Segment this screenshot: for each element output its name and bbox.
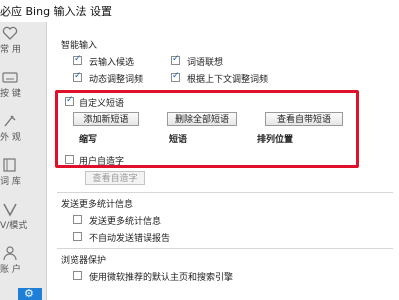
book-icon [3,158,16,172]
keyboard-icon [2,72,18,83]
sidebar-item-common[interactable]: 常 用 [0,22,46,66]
stats-heading: 发送更多统计信息 [61,200,134,210]
v-mode-icon [3,203,17,217]
view-builtin-phrases-button[interactable]: 查看自带短语 [265,112,343,126]
context-frequency-label: 根据上下文调整词频 [187,75,269,85]
brush-icon [4,115,16,127]
delete-all-phrases-button[interactable]: 删除全部短语 [167,112,237,126]
user-icon [3,246,17,261]
no-error-report-checkbox[interactable] [73,232,82,241]
sidebar-item-label: V/模式 [0,221,28,231]
window-title: 必应 Bing 输入法 设置 [0,5,113,18]
section-divider [57,192,393,193]
word-association-checkbox[interactable] [171,54,180,65]
gear-icon: ⚙ [24,287,34,300]
column-abbreviation: 缩写 [79,135,98,145]
section-divider [57,248,393,249]
view-user-words-button[interactable]: 查看自造字 [85,171,145,185]
sidebar-item-label: 常 用 [0,45,21,55]
default-homepage-label: 使用微软推荐的默认主页和搜索引擎 [89,273,234,283]
custom-phrases-label: 自定义短语 [79,99,125,109]
browser-protection-heading: 浏览器保护 [61,256,107,266]
smart-input-heading: 智能输入 [61,41,98,51]
sidebar-item-label: 按 键 [0,89,21,99]
sidebar-item-account[interactable]: 账 户 [0,242,46,286]
sidebar: 常 用 按 键 外 观 词 库 V/模式 账 户 ⚙ [0,22,47,300]
user-words-checkbox[interactable] [65,155,74,164]
no-error-report-label: 不自动发送错误报告 [89,234,171,244]
column-position: 排列位置 [257,135,294,145]
cloud-candidate-label: 云输入候选 [89,58,135,68]
sidebar-item-dictionary[interactable]: 词 库 [0,154,46,198]
sidebar-item-label: 账 户 [0,265,21,275]
sidebar-item-label: 外 观 [0,133,21,143]
custom-phrases-checkbox[interactable] [65,95,74,106]
column-phrase: 短语 [169,135,188,145]
title-bar: 必应 Bing 输入法 设置 [0,0,399,22]
sidebar-item-settings[interactable]: ⚙ [18,287,42,300]
dynamic-frequency-checkbox[interactable] [73,71,82,82]
user-words-label: 用户自造字 [79,157,125,167]
settings-panel: 智能输入 云输入候选 词语联想 动态调整词频 根据上下文调整词频 自定义短语 添… [47,22,399,300]
sidebar-item-appearance[interactable]: 外 观 [0,110,46,154]
dynamic-frequency-label: 动态调整词频 [89,75,144,85]
send-stats-checkbox[interactable] [73,215,82,224]
sidebar-item-label: 词 库 [0,177,21,187]
heart-icon [2,26,18,40]
context-frequency-checkbox[interactable] [171,71,180,82]
cloud-candidate-checkbox[interactable] [73,54,82,65]
default-homepage-checkbox[interactable] [73,271,82,280]
sidebar-item-v-mode[interactable]: V/模式 [0,198,46,242]
send-stats-label: 发送更多统计信息 [89,217,162,227]
sidebar-item-keys[interactable]: 按 键 [0,66,46,110]
add-phrase-button[interactable]: 添加新短语 [73,112,139,126]
word-association-label: 词语联想 [187,58,224,68]
